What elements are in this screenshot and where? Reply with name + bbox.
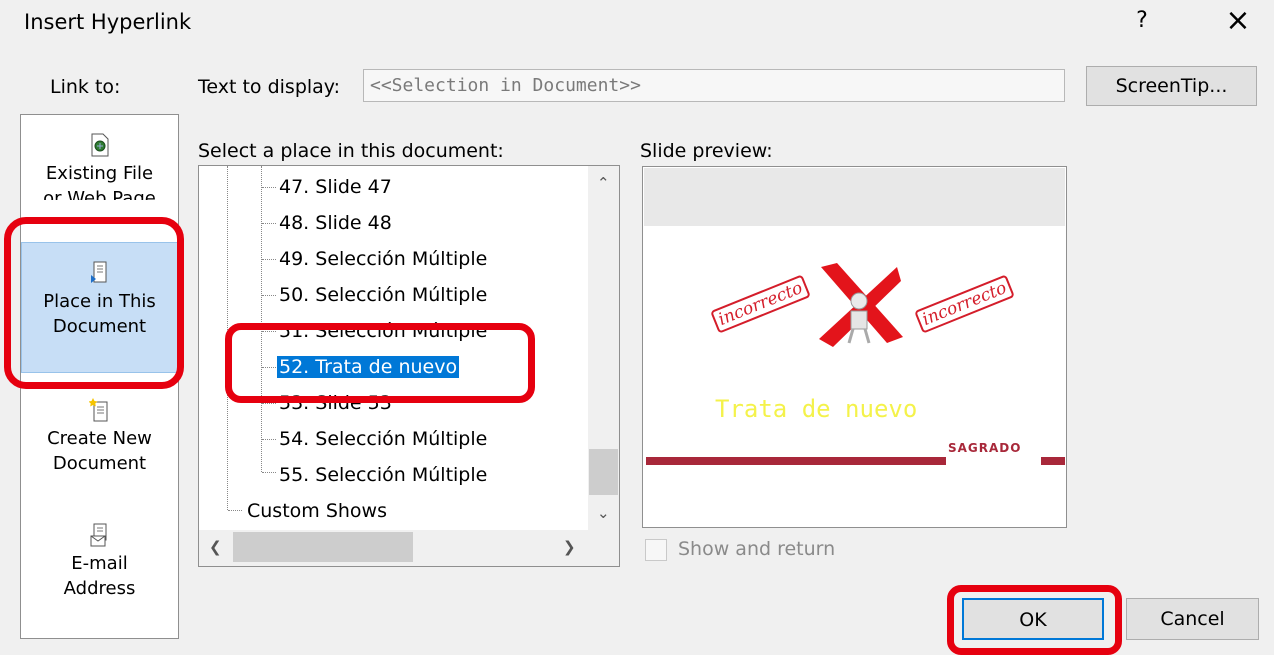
tree-line bbox=[261, 166, 262, 472]
slide-footer-bar bbox=[646, 457, 946, 465]
slide-header-band bbox=[644, 168, 1065, 226]
ok-button[interactable]: OK bbox=[962, 598, 1104, 640]
link-create-new-document[interactable]: Create New Document bbox=[21, 398, 178, 476]
place-tree[interactable]: 47. Slide 47 48. Slide 48 49. Selección … bbox=[198, 165, 620, 567]
screentip-button[interactable]: ScreenTip... bbox=[1086, 66, 1257, 106]
link-place-line1: Place in This bbox=[43, 291, 156, 312]
tree-branch bbox=[262, 331, 276, 332]
scroll-down-icon[interactable]: ⌄ bbox=[597, 504, 610, 522]
tree-item[interactable]: 51. Selección Múltiple bbox=[279, 316, 487, 346]
horizontal-scroll-thumb[interactable] bbox=[233, 532, 413, 562]
tree-branch bbox=[262, 439, 276, 440]
show-and-return-checkbox[interactable] bbox=[645, 539, 667, 561]
email-address-icon bbox=[90, 523, 106, 547]
tree-branch bbox=[228, 510, 242, 511]
cancel-button[interactable]: Cancel bbox=[1126, 598, 1259, 640]
tree-item[interactable]: 48. Slide 48 bbox=[279, 208, 392, 238]
slide-text: Trata de nuevo bbox=[715, 395, 918, 423]
dialog-title: Insert Hyperlink bbox=[24, 10, 192, 34]
scroll-up-icon[interactable]: ⌃ bbox=[597, 174, 610, 192]
tree-branch bbox=[262, 223, 276, 224]
existing-file-icon bbox=[91, 133, 108, 157]
help-button[interactable]: ? bbox=[1130, 8, 1154, 36]
sagrado-logo: SAGRADO bbox=[948, 441, 1022, 455]
link-existing-file[interactable]: Existing File or Web Page bbox=[21, 133, 178, 200]
create-new-document-icon bbox=[88, 398, 107, 422]
tree-item[interactable]: 49. Selección Múltiple bbox=[279, 244, 487, 274]
horizontal-scrollbar[interactable]: ❮ ❯ bbox=[199, 530, 588, 566]
scroll-corner bbox=[588, 530, 619, 566]
link-email-line1: E-mail bbox=[71, 553, 128, 574]
tree-line bbox=[227, 166, 228, 510]
link-place-in-document[interactable]: Place in This Document bbox=[21, 242, 178, 373]
slide-preview-label: Slide preview: bbox=[640, 140, 773, 162]
tree-branch bbox=[262, 295, 276, 296]
close-button[interactable]: × bbox=[1220, 4, 1256, 40]
link-to-bar: Existing File or Web Page Place in This … bbox=[20, 114, 179, 639]
slide-preview: incorrecto incorrecto Trata de nuevo SAG… bbox=[642, 166, 1067, 528]
link-place-line2: Document bbox=[52, 316, 147, 337]
vertical-scroll-thumb[interactable] bbox=[589, 449, 618, 495]
text-to-display-input[interactable] bbox=[363, 69, 1065, 102]
link-to-label: Link to: bbox=[50, 76, 121, 98]
place-in-document-icon bbox=[90, 261, 106, 283]
tree-branch bbox=[262, 403, 276, 404]
link-email-line2: Address bbox=[63, 578, 136, 599]
tree-branch bbox=[262, 259, 276, 260]
tree-branch bbox=[262, 187, 276, 188]
tree-branch bbox=[262, 367, 276, 368]
text-to-display-label: Text to display: bbox=[198, 76, 341, 98]
incorrect-stamp-left: incorrecto bbox=[710, 274, 811, 334]
tree-item[interactable]: 47. Slide 47 bbox=[279, 172, 392, 202]
select-place-label: Select a place in this document: bbox=[198, 140, 504, 162]
tree-item[interactable]: 55. Selección Múltiple bbox=[279, 460, 487, 490]
scroll-left-icon[interactable]: ❮ bbox=[209, 538, 222, 556]
tree-item[interactable]: 50. Selección Múltiple bbox=[279, 280, 487, 310]
link-create-line1: Create New bbox=[47, 428, 152, 449]
slide-footer-bar-end bbox=[1041, 457, 1065, 465]
tree-branch bbox=[262, 472, 276, 473]
tree-item-selected[interactable]: 52. Trata de nuevo bbox=[275, 352, 461, 382]
link-create-line2: Document bbox=[52, 453, 147, 474]
tree-item-custom-shows[interactable]: Custom Shows bbox=[247, 496, 387, 526]
scroll-right-icon[interactable]: ❯ bbox=[563, 538, 576, 556]
link-existing-file-line1: Existing File bbox=[45, 163, 154, 184]
link-email-address[interactable]: E-mail Address bbox=[21, 523, 178, 601]
link-existing-file-line2: or Web Page bbox=[43, 188, 156, 200]
tree-item[interactable]: 53. Slide 53 bbox=[279, 388, 392, 418]
red-x-figure-icon bbox=[819, 263, 903, 347]
incorrect-stamp-right: incorrecto bbox=[914, 274, 1015, 334]
tree-item[interactable]: 54. Selección Múltiple bbox=[279, 424, 487, 454]
show-and-return-label: Show and return bbox=[678, 538, 836, 560]
vertical-scrollbar[interactable]: ⌃ ⌄ bbox=[588, 166, 619, 530]
